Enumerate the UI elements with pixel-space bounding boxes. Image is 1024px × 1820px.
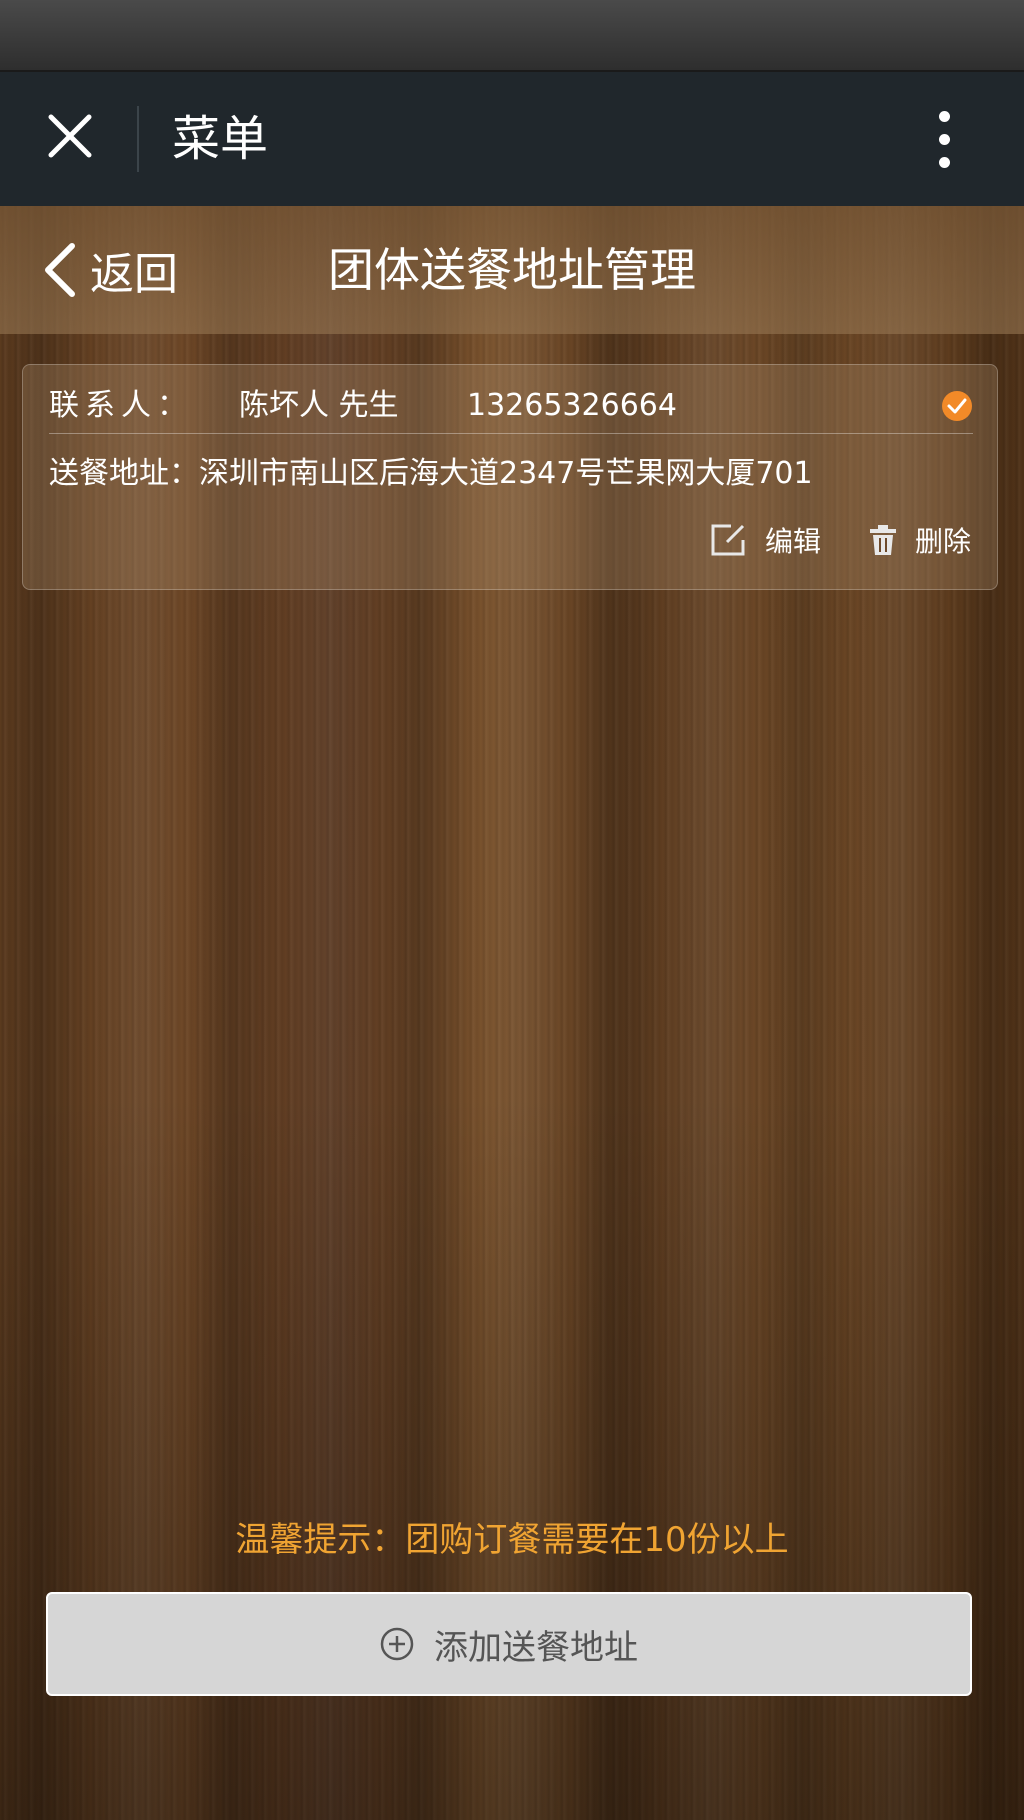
- bar-divider: [137, 106, 139, 172]
- close-button[interactable]: [28, 94, 112, 178]
- add-address-button[interactable]: 添加送餐地址: [46, 1592, 972, 1696]
- edit-button[interactable]: 编辑: [711, 520, 821, 560]
- trash-icon: [869, 525, 896, 555]
- delivery-address: 送餐地址：深圳市南山区后海大道2347号芒果网大厦701: [49, 456, 813, 491]
- more-vertical-icon: [938, 110, 950, 122]
- edit-label: 编辑: [764, 525, 821, 558]
- check-circle-icon[interactable]: [941, 390, 973, 422]
- back-label: 返回: [90, 249, 178, 300]
- delete-button[interactable]: 删除: [869, 520, 971, 560]
- close-icon: [48, 114, 92, 158]
- back-button[interactable]: 返回: [40, 234, 178, 306]
- more-options-button[interactable]: [914, 94, 974, 184]
- menu-title: 菜单: [172, 111, 269, 167]
- status-bar: [0, 0, 1024, 72]
- plus-circle-icon: [380, 1627, 414, 1661]
- page-title: 团体送餐地址管理: [328, 243, 696, 297]
- warm-tip: 温馨提示：团购订餐需要在10份以上: [235, 1520, 789, 1560]
- add-address-label: 添加送餐地址: [434, 1627, 638, 1668]
- contact-label: 联系人：: [49, 388, 193, 423]
- delete-label: 删除: [914, 525, 971, 558]
- wechat-top-bar: 菜单: [0, 72, 1024, 206]
- contact-phone: 13265326664: [467, 388, 677, 423]
- address-card[interactable]: 联系人： 陈坏人 先生 13265326664 送餐地址：深圳市南山区后海大道2…: [22, 364, 998, 590]
- page-header: 返回 团体送餐地址管理: [0, 206, 1024, 334]
- address-actions: 编辑 删除: [711, 515, 971, 565]
- contact-name: 陈坏人 先生: [239, 388, 399, 423]
- chevron-left-icon: [45, 243, 75, 297]
- edit-icon: [711, 524, 745, 556]
- contact-row: 联系人： 陈坏人 先生 13265326664: [49, 379, 973, 434]
